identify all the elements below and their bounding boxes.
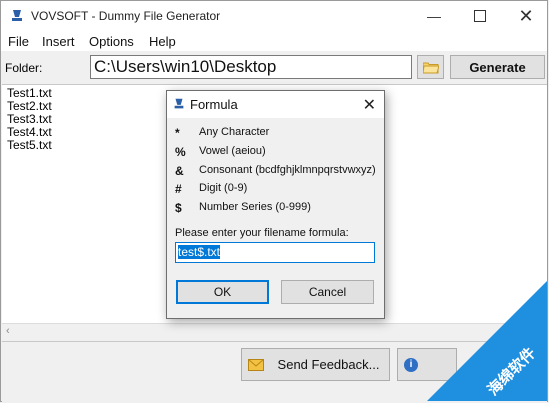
list-item[interactable]: Test5.txt: [7, 139, 52, 152]
menu-bar: File Insert Options Help: [1, 31, 547, 51]
ok-button[interactable]: OK: [176, 280, 269, 304]
maximize-icon: [474, 10, 486, 22]
legend-symbol: *: [175, 126, 180, 140]
formula-dialog: Formula ✕ * Any Character % Vowel (aeiou…: [166, 90, 385, 319]
legend-description: Digit (0-9): [199, 182, 248, 194]
window-title: VOVSOFT - Dummy File Generator: [31, 9, 221, 23]
menu-file[interactable]: File: [8, 34, 29, 49]
info-icon: i: [404, 357, 418, 372]
legend-description: Vowel (aeiou): [199, 145, 266, 157]
folder-icon: [422, 62, 439, 73]
menu-options[interactable]: Options: [89, 34, 134, 49]
watermark-logo: 海绵软件: [427, 281, 547, 401]
dialog-title: Formula: [190, 97, 238, 112]
formula-value: test$.txt: [178, 245, 221, 259]
legend-symbol: #: [175, 182, 182, 196]
legend-description: Any Character: [199, 126, 270, 138]
folder-path-input[interactable]: C:\Users\win10\Desktop: [90, 55, 412, 79]
legend-symbol: %: [175, 145, 186, 159]
cancel-button[interactable]: Cancel: [281, 280, 374, 304]
menu-help[interactable]: Help: [149, 34, 176, 49]
send-feedback-label: Send Feedback...: [277, 357, 380, 372]
dialog-title-bar: Formula ✕: [167, 91, 384, 118]
app-icon: [174, 98, 184, 109]
title-bar: VOVSOFT - Dummy File Generator — ✕: [1, 1, 547, 31]
envelope-icon: [248, 359, 264, 371]
maximize-button[interactable]: [457, 1, 503, 31]
close-button[interactable]: ✕: [503, 1, 549, 31]
folder-label: Folder:: [5, 61, 43, 75]
browse-folder-button[interactable]: [417, 55, 444, 79]
legend-symbol: &: [175, 164, 184, 178]
minimize-button[interactable]: —: [411, 1, 457, 31]
minimize-icon: —: [427, 8, 441, 24]
legend-description: Number Series (0-999): [199, 201, 311, 213]
formula-prompt: Please enter your filename formula:: [175, 227, 349, 239]
dialog-close-icon[interactable]: ✕: [363, 95, 376, 115]
legend-symbol: $: [175, 201, 182, 215]
close-icon: ✕: [518, 5, 534, 26]
generate-button[interactable]: Generate: [450, 55, 545, 79]
scroll-left-icon[interactable]: ‹: [6, 325, 10, 337]
legend-description: Consonant (bcdfghjklmnpqrstvwxyz): [199, 164, 376, 176]
formula-input[interactable]: test$.txt: [175, 242, 375, 263]
menu-insert[interactable]: Insert: [42, 34, 75, 49]
send-feedback-button[interactable]: Send Feedback...: [241, 348, 390, 381]
app-icon: [12, 10, 22, 21]
main-window: VOVSOFT - Dummy File Generator — ✕ File …: [0, 0, 548, 403]
